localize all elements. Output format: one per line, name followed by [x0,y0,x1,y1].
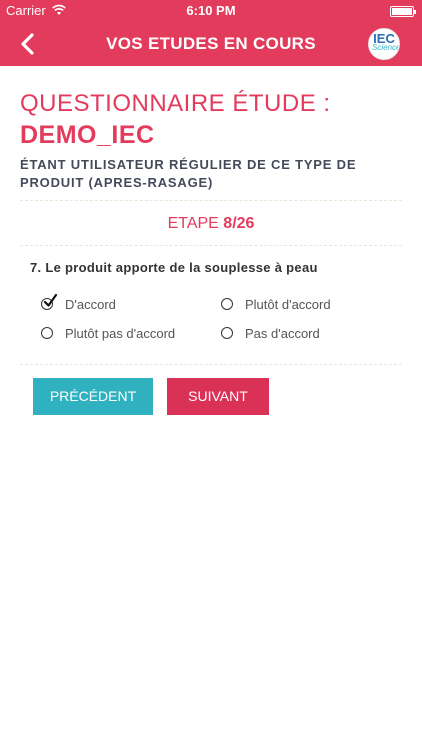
previous-button[interactable]: PRÉCÉDENT [33,378,153,415]
option-label: Plutôt d'accord [245,297,331,312]
question-text: 7. Le produit apporte de la souplesse à … [30,260,318,275]
radio-button[interactable] [221,327,233,339]
battery-icon [390,6,416,17]
option-label: Pas d'accord [245,326,320,341]
step-indicator: ETAPE 8/26 [0,215,422,233]
step-value: 8/26 [223,215,255,232]
divider [20,245,402,246]
next-button[interactable]: SUIVANT [167,378,269,415]
status-time: 6:10 PM [186,3,236,18]
questionnaire-name: DEMO_IEC [20,121,155,149]
status-bar: Carrier 6:10 PM [0,0,422,22]
radio-button[interactable] [221,298,233,310]
option-label: D'accord [65,297,116,312]
nav-title: VOS ETUDES EN COURS [106,34,316,53]
questionnaire-description: ÉTANT UTILISATEUR RÉGULIER DE CE TYPE DE… [20,157,357,190]
questionnaire-label: QUESTIONNAIRE ÉTUDE : [20,90,331,117]
logo-subtext: Science [372,43,400,52]
divider [20,200,402,201]
step-label: ETAPE [167,215,219,232]
divider [20,364,402,365]
nav-bar: VOS ETUDES EN COURS IEC Science [0,22,422,66]
radio-button[interactable] [41,327,53,339]
iec-logo: IEC Science [368,28,400,60]
checkmark-icon [43,293,58,307]
option-label: Plutôt pas d'accord [65,326,176,341]
